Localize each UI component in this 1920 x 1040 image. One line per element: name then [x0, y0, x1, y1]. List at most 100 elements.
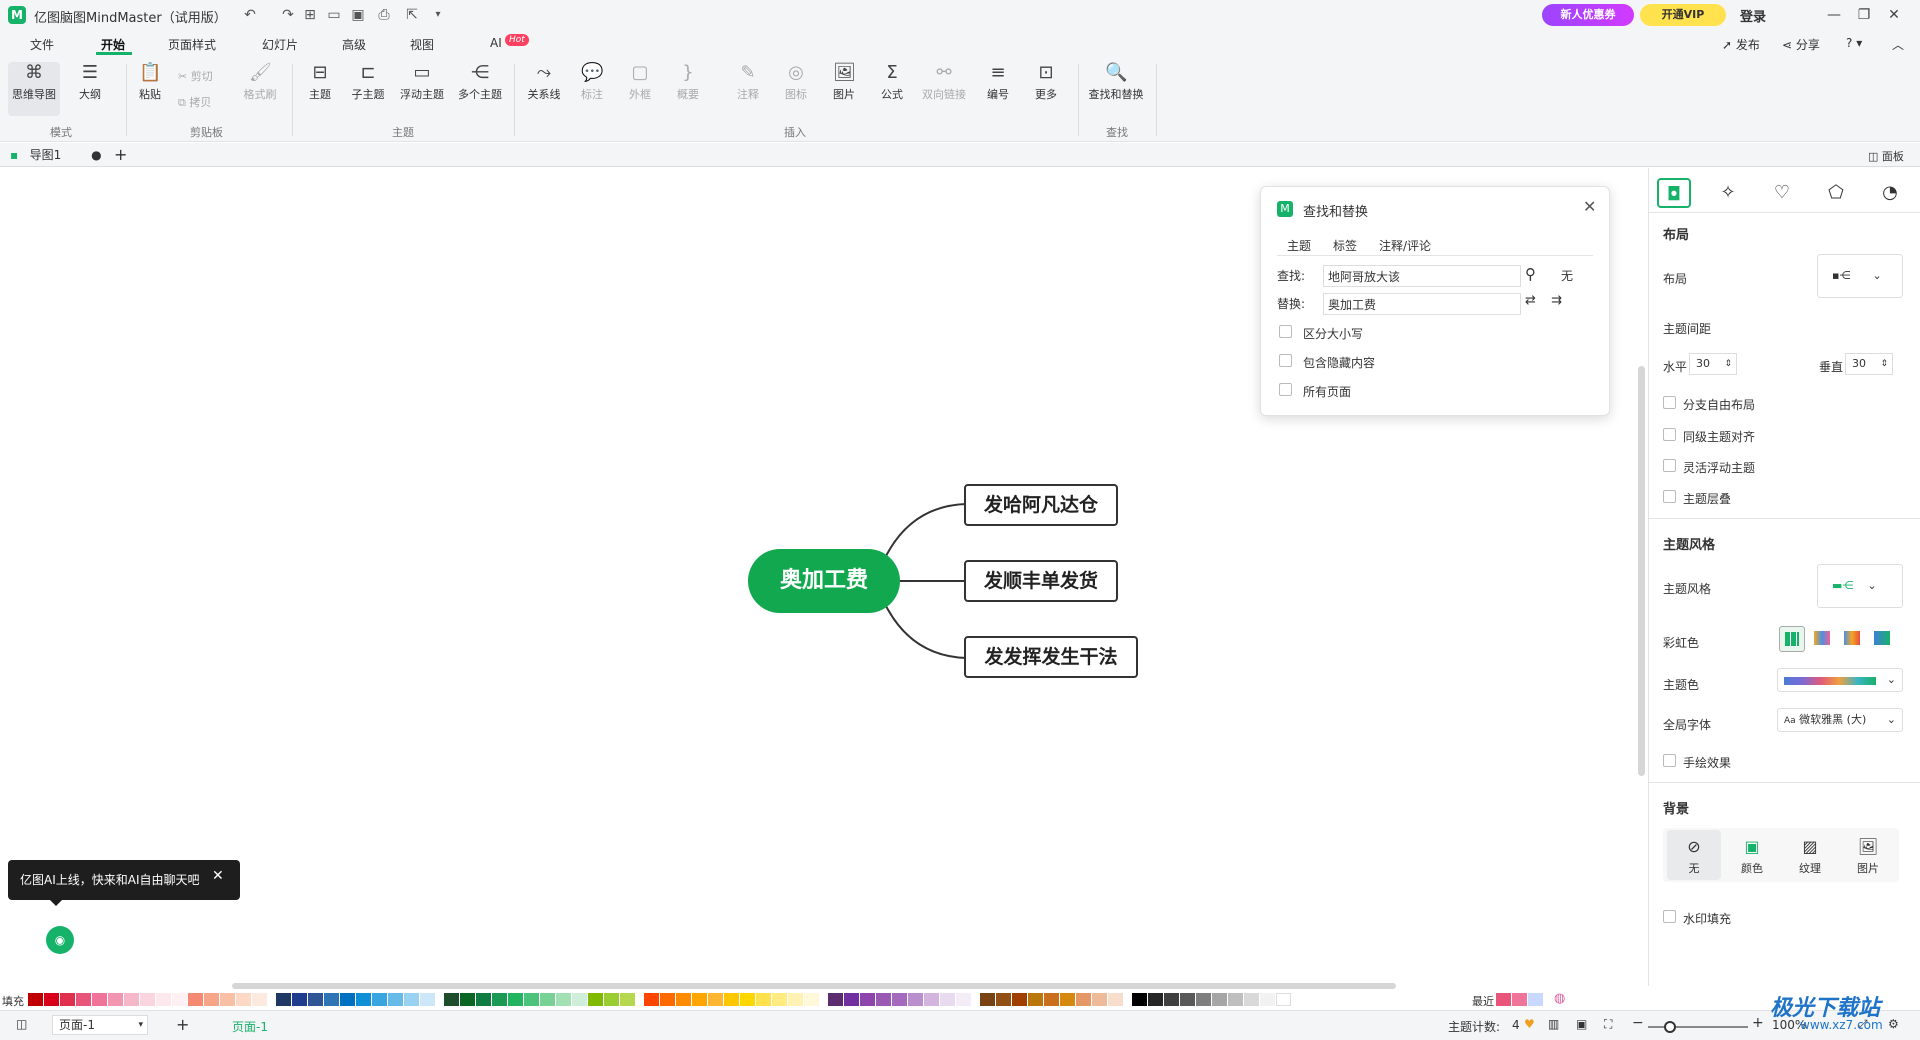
binoculars-icon[interactable]: ⚲ [1525, 265, 1536, 283]
match-case-checkbox[interactable] [1279, 325, 1292, 338]
color-swatch[interactable] [172, 993, 187, 1006]
all-pages-checkbox[interactable] [1279, 383, 1292, 396]
color-picker-icon[interactable]: ◍ [1554, 991, 1565, 1006]
zoom-out-icon[interactable]: − [1632, 1015, 1644, 1031]
rainbow-option-2[interactable] [1809, 626, 1835, 652]
color-swatch[interactable] [980, 993, 995, 1006]
color-swatch[interactable] [140, 993, 155, 1006]
color-swatch[interactable] [996, 993, 1011, 1006]
collapse-ribbon-icon[interactable]: ︿ [1892, 36, 1904, 53]
color-swatch[interactable] [940, 993, 955, 1006]
topic-style-dropdown[interactable]: ▬⋲ ⌄ [1817, 564, 1903, 608]
find-input[interactable] [1323, 265, 1521, 287]
color-swatch[interactable] [740, 993, 755, 1006]
color-swatch[interactable] [1180, 993, 1195, 1006]
color-swatch[interactable] [92, 993, 107, 1006]
color-swatch[interactable] [308, 993, 323, 1006]
color-swatch[interactable] [1260, 993, 1275, 1006]
color-swatch[interactable] [292, 993, 307, 1006]
color-swatch[interactable] [324, 993, 339, 1006]
color-swatch[interactable] [1092, 993, 1107, 1006]
hand-drawn-checkbox[interactable] [1663, 754, 1676, 767]
color-swatch[interactable] [828, 993, 843, 1006]
replace-input[interactable] [1323, 293, 1521, 315]
zoom-slider-handle[interactable] [1664, 1021, 1676, 1033]
color-swatch[interactable] [1012, 993, 1027, 1006]
color-swatch[interactable] [908, 993, 923, 1006]
color-swatch[interactable] [860, 993, 875, 1006]
subtopic-node[interactable]: 发发挥发生干法 [964, 636, 1138, 678]
color-swatch[interactable] [1076, 993, 1091, 1006]
free-layout-checkbox[interactable] [1663, 396, 1676, 409]
minimize-icon[interactable]: — [1820, 5, 1848, 25]
color-swatch[interactable] [804, 993, 819, 1006]
color-swatch[interactable] [220, 993, 235, 1006]
panel-toggle[interactable]: ◫ 面板 [1868, 148, 1904, 164]
color-swatch[interactable] [340, 993, 355, 1006]
color-swatch[interactable] [60, 993, 75, 1006]
theme-color-dropdown[interactable]: ⌄ [1777, 668, 1903, 692]
recent-color-swatch[interactable] [1496, 993, 1511, 1006]
share-button[interactable]: ⋖ 分享 [1782, 36, 1820, 53]
replace-all-icon[interactable]: ⇉ [1551, 293, 1562, 308]
root-topic[interactable]: 奥加工费 [748, 549, 900, 613]
page-select[interactable]: 页面-1 ▾ [52, 1015, 148, 1035]
color-swatch[interactable] [924, 993, 939, 1006]
color-swatch[interactable] [476, 993, 491, 1006]
color-swatch[interactable] [692, 993, 707, 1006]
dialog-tab-tag[interactable]: 标签 [1333, 237, 1357, 254]
vip-button[interactable]: 开通VIP [1640, 4, 1726, 26]
color-swatch[interactable] [604, 993, 619, 1006]
rainbow-option-1[interactable] [1779, 626, 1805, 652]
flexible-floating-checkbox[interactable] [1663, 459, 1676, 472]
color-swatch[interactable] [1212, 993, 1227, 1006]
color-swatch[interactable] [1148, 993, 1163, 1006]
color-swatch[interactable] [252, 993, 267, 1006]
rainbow-option-4[interactable] [1869, 626, 1895, 652]
bg-image-option[interactable]: 🖼 图片 [1841, 830, 1895, 880]
color-swatch[interactable] [460, 993, 475, 1006]
vertical-scrollbar[interactable] [1638, 366, 1645, 776]
color-swatch[interactable] [404, 993, 419, 1006]
stepper-icon[interactable]: ⇕ [1880, 354, 1888, 374]
zoom-in-icon[interactable]: + [1752, 1015, 1764, 1031]
color-swatch[interactable] [1028, 993, 1043, 1006]
color-swatch[interactable] [1244, 993, 1259, 1006]
watermark-fill-checkbox[interactable] [1663, 910, 1676, 923]
color-swatch[interactable] [556, 993, 571, 1006]
zoom-slider[interactable] [1648, 1026, 1748, 1028]
theme-icon[interactable]: ⬠ [1819, 178, 1853, 208]
color-swatch[interactable] [76, 993, 91, 1006]
color-swatch[interactable] [236, 993, 251, 1006]
horizontal-spacing-input[interactable]: 30 ⇕ [1689, 353, 1737, 375]
stepper-icon[interactable]: ⇕ [1724, 354, 1732, 374]
fullscreen-icon[interactable]: ⛶ [1604, 1017, 1612, 1032]
color-swatch[interactable] [124, 993, 139, 1006]
ai-assistant-icon[interactable]: ◉ [46, 926, 74, 954]
color-swatch[interactable] [660, 993, 675, 1006]
color-swatch[interactable] [588, 993, 603, 1006]
bg-none-option[interactable]: ⊘ 无 [1667, 830, 1721, 880]
replace-one-icon[interactable]: ⇄ [1525, 293, 1536, 308]
bg-color-option[interactable]: ▣ 颜色 [1725, 830, 1779, 880]
settings-icon[interactable]: ⚙ [1888, 1017, 1899, 1031]
color-swatch[interactable] [372, 993, 387, 1006]
recent-color-swatch[interactable] [1528, 993, 1543, 1006]
color-swatch[interactable] [788, 993, 803, 1006]
maximize-icon[interactable]: ❐ [1850, 5, 1878, 25]
topic-overlap-checkbox[interactable] [1663, 490, 1676, 503]
color-swatch[interactable] [676, 993, 691, 1006]
subtopic-node[interactable]: 发哈阿凡达仓 [964, 484, 1118, 526]
close-tip-icon[interactable]: ✕ [212, 868, 224, 884]
rainbow-option-3[interactable] [1839, 626, 1865, 652]
color-swatch[interactable] [540, 993, 555, 1006]
color-swatch[interactable] [356, 993, 371, 1006]
color-swatch[interactable] [572, 993, 587, 1006]
color-swatch[interactable] [708, 993, 723, 1006]
color-swatch[interactable] [492, 993, 507, 1006]
subtopic-node[interactable]: 发顺丰单发货 [964, 560, 1118, 602]
close-window-icon[interactable]: ✕ [1880, 5, 1908, 25]
dialog-tab-notes[interactable]: 注释/评论 [1379, 237, 1431, 254]
color-swatch[interactable] [388, 993, 403, 1006]
color-swatch[interactable] [772, 993, 787, 1006]
